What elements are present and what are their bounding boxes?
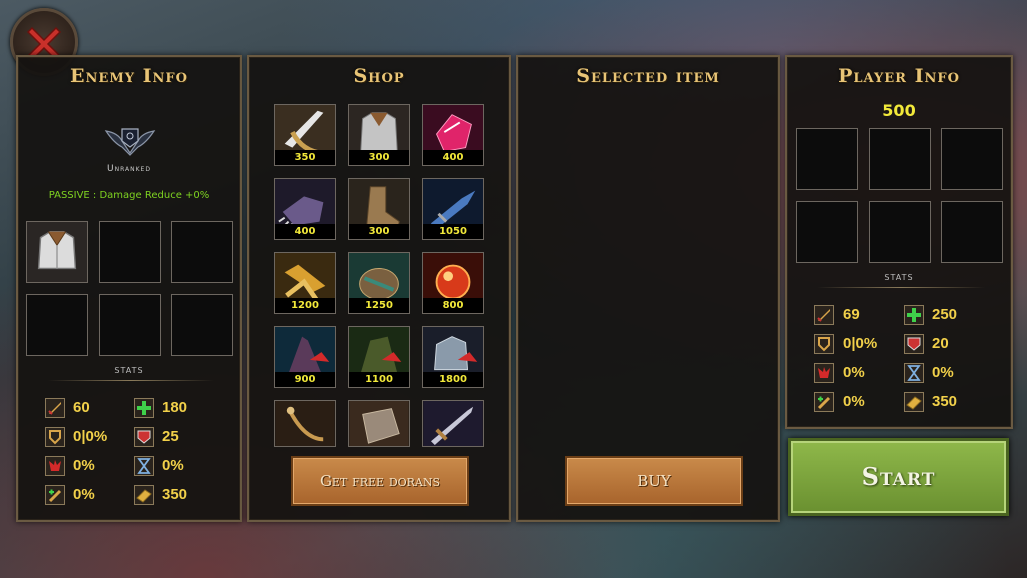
- shop-item-price: 1800: [423, 372, 483, 387]
- player-item-slot-1[interactable]: [796, 128, 858, 190]
- enemy-lifesteal-value: 0%: [73, 486, 95, 503]
- cooldown-hourglass-icon: [134, 456, 154, 476]
- shop-item-4[interactable]: 400: [274, 178, 336, 240]
- passive-text: PASSIVE : Damage Reduce +0%: [48, 190, 210, 201]
- chest-armor-icon: [27, 222, 87, 282]
- player-item-slot-3[interactable]: [941, 128, 1003, 190]
- shop-item-price: 1050: [423, 224, 483, 239]
- enemy-armor-pen-value: 0|0%: [73, 428, 108, 445]
- player-item-slot-2[interactable]: [869, 128, 931, 190]
- enemy-item-slot-6[interactable]: [171, 294, 233, 356]
- player-item-slot-4[interactable]: [796, 201, 858, 263]
- lifesteal-icon: [45, 485, 65, 505]
- enemy-gold-value: 350: [162, 486, 188, 503]
- attack-damage-icon: [814, 305, 834, 325]
- player-armor-pen-value: 0|0%: [843, 335, 878, 352]
- shop-item-15[interactable]: [422, 400, 484, 447]
- player-stats-label: STATS: [884, 273, 914, 282]
- shop-item-13[interactable]: [274, 400, 336, 447]
- shop-item-3[interactable]: 400: [422, 104, 484, 166]
- shop-panel: Shop 350 300 400 400 300 1050 1200 1250 …: [247, 55, 511, 522]
- shop-item-price: 400: [275, 224, 335, 239]
- enemy-item-slot-4[interactable]: [26, 294, 88, 356]
- health-icon: [904, 305, 924, 325]
- shop-item-14[interactable]: [348, 400, 410, 447]
- gold-icon: [904, 392, 924, 412]
- player-item-slot-6[interactable]: [941, 201, 1003, 263]
- shop-item-price: 800: [423, 298, 483, 313]
- shop-item-9[interactable]: 800: [422, 252, 484, 314]
- start-button[interactable]: Start: [788, 438, 1009, 516]
- enemy-cooldown-value: 0%: [162, 457, 184, 474]
- shop-item-price: 1250: [349, 298, 409, 313]
- enemy-stats-divider: [48, 380, 214, 381]
- shop-item-12[interactable]: 1800: [422, 326, 484, 388]
- stone-fist-item-icon: [349, 401, 409, 446]
- crit-icon: [814, 363, 834, 383]
- lifesteal-icon: [814, 392, 834, 412]
- attack-damage-icon: [45, 398, 65, 418]
- player-gold-stat-value: 350: [932, 393, 958, 410]
- shop-item-price: 900: [275, 372, 335, 387]
- armor-icon: [904, 334, 924, 354]
- shop-item-price: 350: [275, 150, 335, 165]
- get-free-dorans-button[interactable]: Get free dorans: [291, 456, 469, 506]
- enemy-crit-value: 0%: [73, 457, 95, 474]
- player-stats-divider: [817, 287, 985, 288]
- rank-label: Unranked: [107, 164, 151, 174]
- shop-item-6[interactable]: 1050: [422, 178, 484, 240]
- enemy-item-slot-5[interactable]: [99, 294, 161, 356]
- enemy-info-title: Enemy Info: [70, 65, 188, 87]
- shop-item-10[interactable]: 900: [274, 326, 336, 388]
- crit-icon: [45, 456, 65, 476]
- armor-pen-icon: [45, 427, 65, 447]
- shop-item-1[interactable]: 350: [274, 104, 336, 166]
- buy-button[interactable]: BUY: [565, 456, 743, 506]
- amulet-item-icon: [275, 401, 335, 446]
- shop-item-price: 1200: [275, 298, 335, 313]
- player-info-title: Player Info: [838, 65, 960, 87]
- player-health-value: 250: [932, 306, 958, 323]
- enemy-stats-label: STATS: [114, 366, 144, 375]
- enemy-attack-value: 60: [73, 399, 90, 416]
- enemy-item-slot-2[interactable]: [99, 221, 161, 283]
- gold-icon: [134, 485, 154, 505]
- health-icon: [134, 398, 154, 418]
- player-crit-value: 0%: [843, 364, 865, 381]
- player-item-slot-5[interactable]: [869, 201, 931, 263]
- shop-item-11[interactable]: 1100: [348, 326, 410, 388]
- shop-item-price: 1100: [349, 372, 409, 387]
- shop-item-8[interactable]: 1250: [348, 252, 410, 314]
- armor-pen-icon: [814, 334, 834, 354]
- rank-emblem-icon: [104, 128, 156, 156]
- player-cooldown-value: 0%: [932, 364, 954, 381]
- enemy-armor-value: 25: [162, 428, 179, 445]
- player-lifesteal-value: 0%: [843, 393, 865, 410]
- selected-item-panel: Selected item BUY: [516, 55, 780, 522]
- cooldown-hourglass-icon: [904, 363, 924, 383]
- player-info-panel: Player Info 500 STATS 69 250 0|0% 20 0% …: [785, 55, 1013, 429]
- player-attack-value: 69: [843, 306, 860, 323]
- shop-item-price: 300: [349, 224, 409, 239]
- shop-item-price: 300: [349, 150, 409, 165]
- player-armor-value: 20: [932, 335, 949, 352]
- enemy-info-panel: Enemy Info Unranked PASSIVE : Damage Red…: [16, 55, 242, 522]
- enemy-item-slot-1[interactable]: [26, 221, 88, 283]
- enemy-health-value: 180: [162, 399, 188, 416]
- long-sword-item-icon: [423, 401, 483, 446]
- player-gold-value: 500: [882, 101, 916, 120]
- shop-item-5[interactable]: 300: [348, 178, 410, 240]
- shop-title: Shop: [353, 65, 405, 87]
- shop-item-7[interactable]: 1200: [274, 252, 336, 314]
- enemy-item-slot-3[interactable]: [171, 221, 233, 283]
- shop-item-2[interactable]: 300: [348, 104, 410, 166]
- shop-item-price: 400: [423, 150, 483, 165]
- selected-item-title: Selected item: [576, 65, 720, 87]
- armor-icon: [134, 427, 154, 447]
